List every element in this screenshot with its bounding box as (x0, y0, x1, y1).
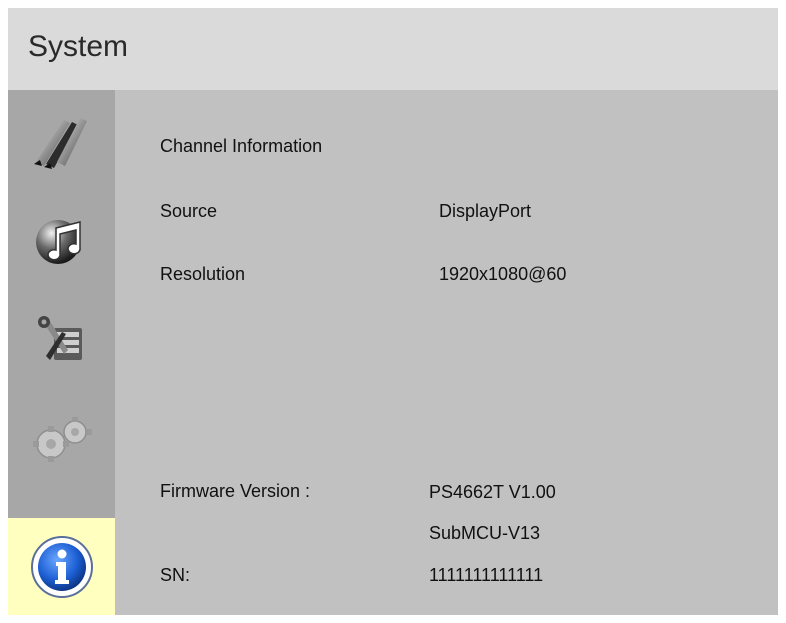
picture-brushes-icon (33, 118, 87, 169)
menu-title: System (28, 30, 129, 63)
tools-settings-icon (37, 316, 82, 360)
gears-icon (32, 417, 92, 462)
sn-label: SN: (160, 565, 191, 585)
sidebar-item-advanced[interactable] (8, 390, 115, 490)
menu-header: System (8, 8, 778, 90)
audio-music-icon (35, 220, 81, 264)
sidebar-item-setup[interactable] (8, 290, 115, 390)
resolution-label: Resolution (160, 264, 246, 284)
menu-sidebar (8, 90, 115, 615)
info-icon (30, 535, 93, 598)
firmware-label: Firmware Version : (160, 481, 311, 501)
sidebar-item-information[interactable] (8, 518, 115, 615)
sidebar-item-audio[interactable] (8, 190, 115, 290)
resolution-value: 1920x1080@60 (439, 264, 567, 284)
sidebar-item-picture[interactable] (8, 90, 115, 190)
submcu-value: SubMCU-V13 (429, 523, 541, 543)
source-value: DisplayPort (439, 201, 532, 221)
firmware-value: PS4662T V1.00 (429, 482, 556, 502)
sn-value: 1111111111111 (429, 565, 544, 585)
section-title: Channel Information (160, 136, 323, 156)
source-label: Source (160, 201, 218, 221)
information-panel: Channel Information Source DisplayPort R… (115, 90, 778, 615)
osd-menu-window: System Channel Information Source Displa… (8, 8, 778, 615)
